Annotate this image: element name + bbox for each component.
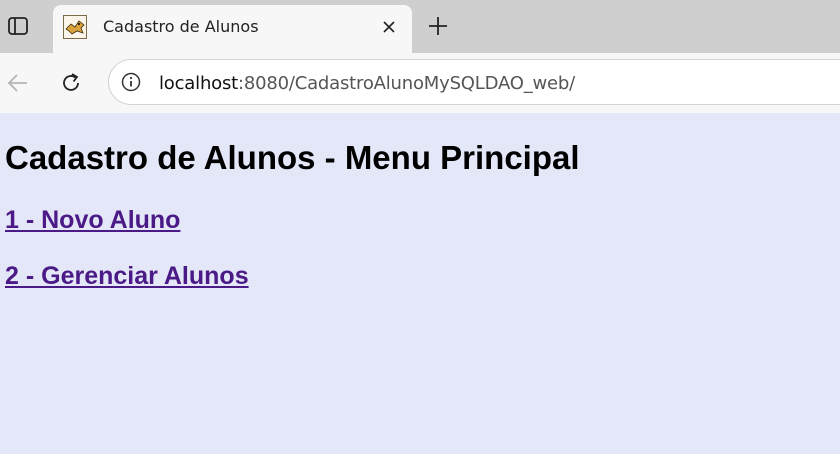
- browser-toolbar: localhost:8080/CadastroAlunoMySQLDAO_web…: [0, 53, 840, 113]
- info-icon[interactable]: [119, 70, 143, 94]
- tab-actions-icon[interactable]: [4, 12, 32, 40]
- tab-strip: Cadastro de Alunos: [0, 0, 840, 53]
- page-content: Cadastro de Alunos - Menu Principal 1 - …: [0, 113, 840, 454]
- plus-icon[interactable]: [424, 12, 452, 40]
- gerenciar-alunos-link[interactable]: 2 - Gerenciar Alunos: [5, 262, 249, 291]
- close-icon[interactable]: [377, 15, 401, 39]
- address-bar[interactable]: localhost:8080/CadastroAlunoMySQLDAO_web…: [108, 59, 840, 105]
- back-arrow-icon[interactable]: [4, 69, 32, 97]
- url-host: localhost: [159, 73, 238, 94]
- tab-title: Cadastro de Alunos: [103, 17, 259, 36]
- url-text[interactable]: localhost:8080/CadastroAlunoMySQLDAO_web…: [159, 73, 575, 94]
- url-path: :8080/CadastroAlunoMySQLDAO_web/: [238, 73, 575, 94]
- page-title: Cadastro de Alunos - Menu Principal: [5, 139, 580, 176]
- browser-tab[interactable]: Cadastro de Alunos: [53, 5, 412, 53]
- tomcat-icon: [63, 15, 87, 39]
- reload-icon[interactable]: [57, 69, 85, 97]
- novo-aluno-link[interactable]: 1 - Novo Aluno: [5, 206, 180, 235]
